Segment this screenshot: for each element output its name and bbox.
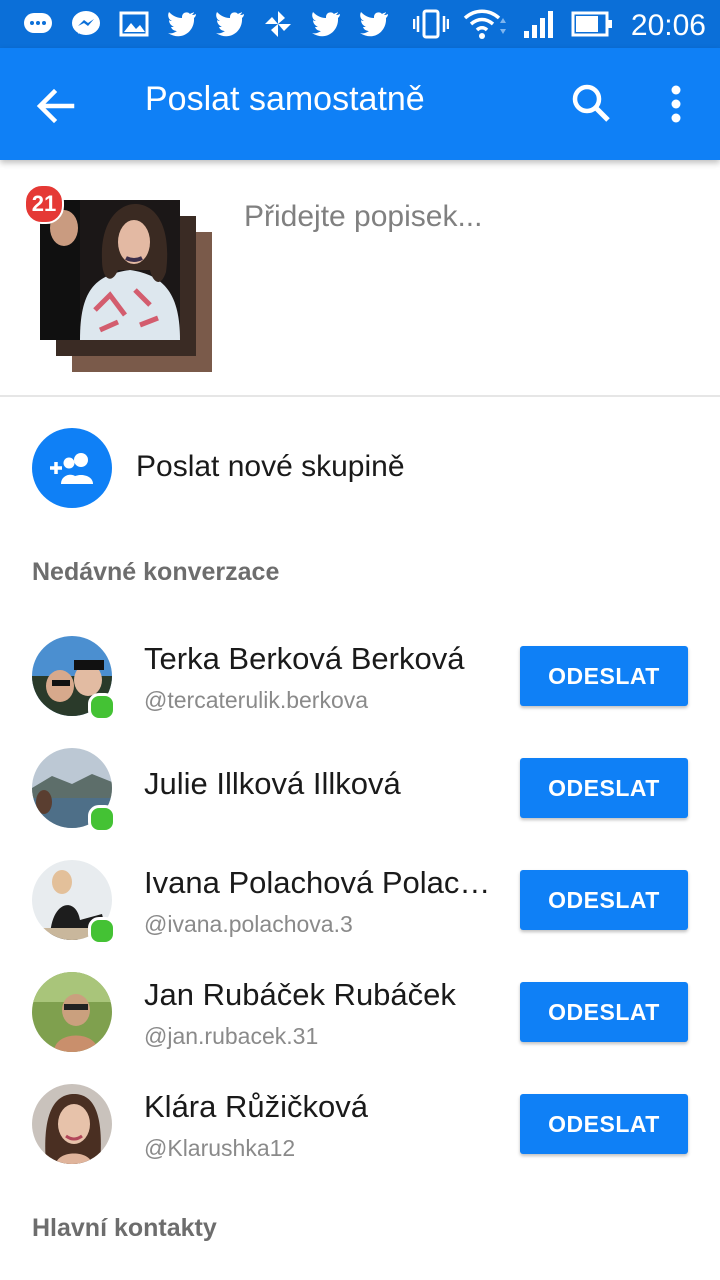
contact-name: Terka Berková Berková bbox=[144, 641, 465, 676]
send-button[interactable]: ODESLAT bbox=[520, 758, 688, 818]
conversation-row[interactable]: Jan Rubáček Rubáček @jan.rubacek.31 ODES… bbox=[0, 972, 720, 1084]
conversation-row[interactable]: Ivana Polachová Polac… @ivana.polachova.… bbox=[0, 860, 720, 972]
conversation-row[interactable]: Terka Berková Berková @tercaterulik.berk… bbox=[0, 636, 720, 748]
twitter-icon bbox=[356, 8, 392, 40]
contact-handle: @ivana.polachova.3 bbox=[144, 911, 353, 937]
photo-thumbnail bbox=[40, 200, 180, 340]
contact-name: Ivana Polachová Polac… bbox=[144, 865, 491, 900]
avatar bbox=[32, 972, 112, 1052]
send-button[interactable]: ODESLAT bbox=[520, 870, 688, 930]
search-icon[interactable] bbox=[566, 78, 618, 130]
new-group-label: Poslat nové skupině bbox=[136, 450, 405, 483]
signal-icon bbox=[523, 9, 557, 43]
section-title-main-contacts: Hlavní kontakty bbox=[32, 1214, 217, 1242]
avatar bbox=[32, 1084, 112, 1164]
notification-icons bbox=[20, 8, 392, 40]
gallery-icon bbox=[116, 8, 152, 40]
conversation-row[interactable]: Klára Růžičková @Klarushka12 ODESLAT bbox=[0, 1084, 720, 1196]
contact-handle: @Klarushka12 bbox=[144, 1135, 296, 1161]
twitter-icon bbox=[212, 8, 248, 40]
photo-stack[interactable] bbox=[40, 200, 215, 375]
contact-name: Klára Růžičková bbox=[144, 1089, 368, 1124]
add-group-icon bbox=[32, 428, 112, 508]
status-bar: 20:06 bbox=[0, 0, 720, 48]
more-vert-icon[interactable] bbox=[656, 78, 696, 130]
wifi-icon bbox=[463, 8, 509, 44]
back-arrow-icon[interactable] bbox=[28, 78, 84, 134]
send-button[interactable]: ODESLAT bbox=[520, 1094, 688, 1154]
contact-handle: @jan.rubacek.31 bbox=[144, 1023, 319, 1049]
pinwheel-icon bbox=[260, 8, 296, 40]
battery-icon bbox=[571, 9, 613, 43]
chat-bubble-icon bbox=[20, 8, 56, 40]
twitter-icon bbox=[308, 8, 344, 40]
page-title: Poslat samostatně bbox=[145, 80, 425, 118]
contact-handle: @tercaterulik.berkova bbox=[144, 687, 369, 713]
system-icons: 20:06 bbox=[412, 8, 706, 44]
twitter-icon bbox=[164, 8, 200, 40]
online-indicator bbox=[88, 805, 116, 833]
conversation-row[interactable]: Julie Illková Illková ODESLAT bbox=[0, 748, 720, 860]
section-title-recent: Nedávné konverzace bbox=[32, 558, 280, 586]
contact-name: Julie Illková Illková bbox=[144, 766, 401, 801]
caption-input[interactable]: Přidejte popisek... bbox=[244, 200, 482, 234]
contact-name: Jan Rubáček Rubáček bbox=[144, 977, 456, 1012]
media-count-badge: 21 bbox=[24, 184, 64, 224]
new-group-row[interactable]: Poslat nové skupině bbox=[0, 420, 720, 520]
app-bar: Poslat samostatně bbox=[0, 48, 720, 160]
messenger-icon bbox=[68, 8, 104, 40]
online-indicator bbox=[88, 917, 116, 945]
vibrate-icon bbox=[412, 8, 450, 44]
send-button[interactable]: ODESLAT bbox=[520, 646, 688, 706]
clock: 20:06 bbox=[630, 9, 706, 42]
online-indicator bbox=[88, 693, 116, 721]
send-button[interactable]: ODESLAT bbox=[520, 982, 688, 1042]
